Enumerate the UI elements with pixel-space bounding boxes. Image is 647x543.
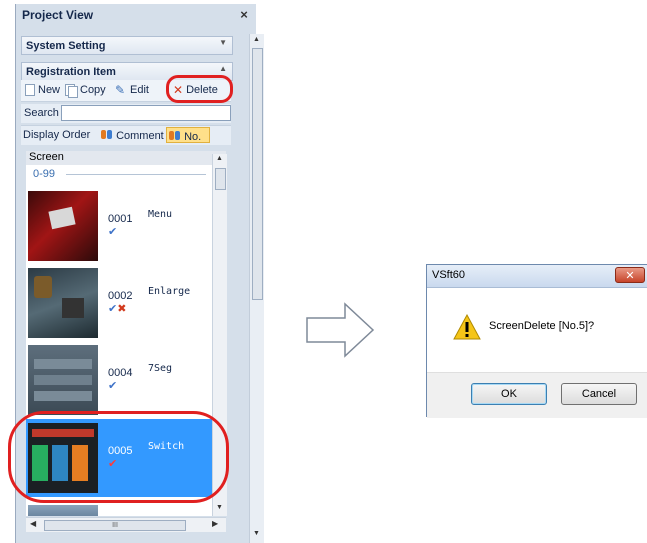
warning-icon bbox=[453, 314, 481, 340]
search-label: Search bbox=[24, 107, 59, 119]
list-item[interactable]: 0004 7Seg ✔ bbox=[26, 341, 226, 417]
screen-name: Enlarge bbox=[148, 286, 191, 297]
sort-display-order[interactable]: Display Order bbox=[23, 129, 90, 141]
dialog-title-bar: VSft60 ✕ bbox=[427, 265, 647, 288]
group-divider bbox=[66, 174, 206, 175]
panel-vertical-scrollbar[interactable]: ▲ ▼ bbox=[249, 34, 264, 543]
chevron-down-icon[interactable]: ▼ bbox=[219, 38, 227, 47]
dialog-title: VSft60 bbox=[432, 269, 466, 281]
sort-comment-icon bbox=[101, 129, 113, 141]
panel-title-bar: Project View × bbox=[16, 7, 256, 23]
screen-number: 0004 bbox=[108, 367, 133, 379]
delete-confirm-dialog: VSft60 ✕ ScreenDelete [No.5]? OK Cancel bbox=[426, 264, 647, 418]
hscroll-thumb[interactable]: III bbox=[44, 520, 186, 531]
edit-label: Edit bbox=[130, 84, 149, 96]
screen-thumbnail bbox=[28, 345, 98, 415]
new-document-icon bbox=[25, 84, 35, 96]
scroll-left-arrow-icon[interactable]: ◀ bbox=[30, 519, 36, 528]
scroll-down-arrow-icon[interactable]: ▼ bbox=[216, 504, 223, 511]
dialog-close-button[interactable]: ✕ bbox=[615, 267, 645, 283]
sort-row: Display Order Comment No. bbox=[21, 125, 231, 145]
copy-button[interactable]: Copy bbox=[65, 82, 106, 98]
group-row[interactable]: 0-99 bbox=[26, 165, 212, 183]
list-item[interactable]: 0001 Menu ✔ bbox=[26, 187, 226, 263]
screen-thumbnail bbox=[28, 505, 98, 516]
dialog-message: ScreenDelete [No.5]? bbox=[489, 320, 595, 332]
scroll-thumb[interactable] bbox=[215, 168, 226, 190]
search-input[interactable] bbox=[61, 105, 231, 121]
screen-thumbnail bbox=[28, 268, 98, 338]
sort-comment[interactable]: Comment bbox=[101, 129, 164, 142]
screen-thumbnail bbox=[28, 191, 98, 261]
scroll-right-arrow-icon[interactable]: ▶ bbox=[212, 519, 218, 528]
list-item[interactable] bbox=[26, 501, 226, 516]
sort-no-icon bbox=[169, 130, 181, 142]
screen-name: 7Seg bbox=[148, 363, 173, 374]
sort-no-button[interactable]: No. bbox=[166, 127, 210, 143]
screen-number: 0002 bbox=[108, 290, 133, 302]
edit-button[interactable]: ✎ Edit bbox=[115, 82, 149, 98]
cancel-button[interactable]: Cancel bbox=[561, 383, 637, 405]
panel-title: Project View bbox=[22, 8, 94, 22]
registration-item-label: Registration Item bbox=[26, 66, 116, 78]
right-arrow-icon bbox=[306, 302, 375, 358]
screen-number: 0001 bbox=[108, 213, 133, 225]
screen-name: Menu bbox=[148, 209, 173, 220]
selected-item-highlight-ring bbox=[8, 411, 229, 503]
checkmark-icon: ✔ bbox=[108, 380, 118, 392]
copy-icon bbox=[65, 84, 78, 98]
sort-comment-label: Comment bbox=[116, 130, 164, 142]
pencil-icon: ✎ bbox=[115, 83, 126, 97]
section-label: Screen bbox=[29, 151, 64, 163]
dialog-body: ScreenDelete [No.5]? bbox=[427, 288, 647, 372]
close-icon[interactable]: × bbox=[237, 8, 251, 22]
new-label: New bbox=[38, 84, 61, 96]
chevron-up-icon[interactable]: ▲ bbox=[219, 64, 227, 73]
search-row: Search bbox=[21, 104, 231, 123]
list-section-header: Screen bbox=[26, 151, 226, 165]
scroll-thumb[interactable] bbox=[252, 48, 263, 300]
new-button[interactable]: New bbox=[25, 82, 60, 98]
system-setting-label: System Setting bbox=[26, 40, 106, 52]
group-label: 0-99 bbox=[33, 168, 56, 180]
list-item[interactable]: 0002 Enlarge ✔✖ bbox=[26, 264, 226, 340]
check-and-x-icon: ✔✖ bbox=[108, 303, 127, 315]
sort-no-label: No. bbox=[184, 131, 202, 143]
scroll-up-arrow-icon[interactable]: ▲ bbox=[216, 155, 223, 162]
copy-label: Copy bbox=[80, 84, 106, 96]
delete-highlight-ring bbox=[166, 75, 233, 103]
checkmark-icon: ✔ bbox=[108, 226, 118, 238]
list-horizontal-scrollbar[interactable]: ◀ III ▶ bbox=[26, 517, 226, 532]
dialog-footer: OK Cancel bbox=[427, 372, 647, 418]
system-setting-header[interactable]: System Setting ▼ bbox=[21, 36, 233, 55]
ok-button[interactable]: OK bbox=[471, 383, 547, 405]
scroll-up-arrow-icon[interactable]: ▲ bbox=[253, 36, 260, 43]
scroll-down-arrow-icon[interactable]: ▼ bbox=[253, 530, 260, 537]
sort-no: No. bbox=[169, 130, 201, 143]
